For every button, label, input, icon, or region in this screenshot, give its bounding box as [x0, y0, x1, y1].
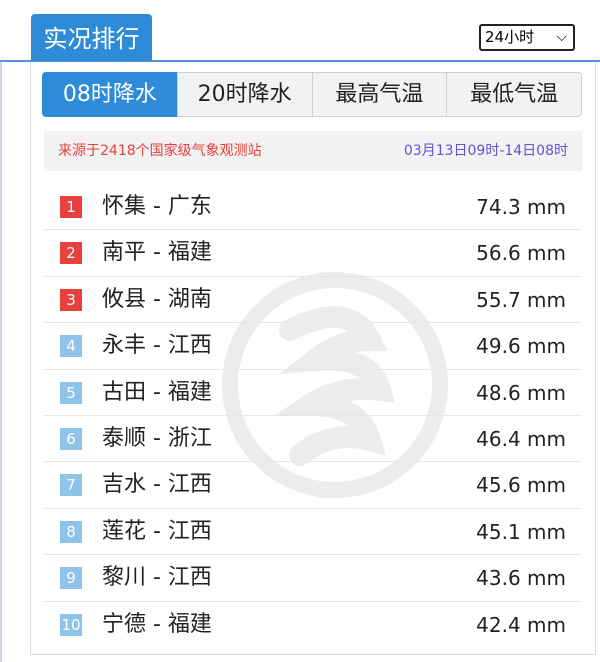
- precip-value: 45.6 mm: [476, 473, 566, 498]
- list-item[interactable]: 10 宁德 - 福建 42.4 mm: [44, 602, 582, 648]
- precip-value: 55.7 mm: [476, 287, 566, 312]
- station-name: 怀集 - 广东: [102, 194, 212, 219]
- precip-value: 45.1 mm: [476, 519, 566, 544]
- precip-value: 46.4 mm: [476, 426, 566, 451]
- list-item[interactable]: 6 泰顺 - 浙江 46.4 mm: [44, 416, 582, 463]
- list-item[interactable]: 7 吉水 - 江西 45.6 mm: [44, 462, 582, 509]
- category-tabs: 08时降水 20时降水 最高气温 最低气温: [42, 72, 582, 117]
- list-item[interactable]: 3 攸县 - 湖南 55.7 mm: [44, 277, 582, 324]
- station-name: 攸县 - 湖南: [102, 286, 212, 312]
- rank-badge: 5: [60, 381, 82, 404]
- rank-badge: 2: [60, 242, 82, 265]
- source-bar: 来源于2418个国家级气象观测站 03月13日09时-14日08时: [44, 131, 582, 171]
- list-item[interactable]: 8 莲花 - 江西 45.1 mm: [44, 509, 582, 556]
- ranking-list: 1 怀集 - 广东 74.3 mm 2 南平 - 福建 56.6 mm 3 攸县…: [44, 184, 582, 648]
- list-item[interactable]: 9 黎川 - 江西 43.6 mm: [44, 555, 582, 602]
- rank-badge: 6: [60, 427, 82, 450]
- station-name: 古田 - 福建: [102, 379, 212, 405]
- precip-value: 48.6 mm: [476, 380, 566, 405]
- station-name: 南平 - 福建: [102, 240, 212, 266]
- tab-min-temperature[interactable]: 最低气温: [446, 72, 582, 117]
- rank-badge: 3: [60, 288, 82, 311]
- station-name: 莲花 - 江西: [102, 518, 212, 544]
- tab-08-precipitation[interactable]: 08时降水: [42, 72, 178, 117]
- source-note: 来源于2418个国家级气象观测站: [58, 143, 262, 159]
- precip-value: 49.6 mm: [476, 334, 566, 359]
- rank-badge: 10: [60, 613, 82, 636]
- station-name: 黎川 - 江西: [102, 565, 212, 591]
- left-panel-edge: [0, 62, 8, 662]
- precip-value: 43.6 mm: [476, 566, 566, 591]
- rank-badge: 9: [60, 567, 82, 590]
- period-select[interactable]: 24小时 ⌵: [479, 24, 575, 51]
- list-item[interactable]: 4 永丰 - 江西 49.6 mm: [44, 323, 582, 370]
- station-name: 宁德 - 福建: [102, 611, 212, 637]
- station-name: 泰顺 - 浙江: [102, 425, 212, 451]
- list-item[interactable]: 1 怀集 - 广东 74.3 mm: [44, 184, 582, 231]
- rank-badge: 1: [60, 196, 82, 218]
- chevron-down-icon: ⌵: [556, 29, 567, 45]
- rank-badge: 4: [60, 335, 82, 358]
- tab-20-precipitation[interactable]: 20时降水: [176, 72, 313, 117]
- precip-value: 56.6 mm: [476, 241, 566, 266]
- time-range: 03月13日09时-14日08时: [403, 143, 568, 159]
- rank-badge: 8: [60, 520, 82, 543]
- period-select-value: 24小时: [485, 28, 535, 46]
- list-item[interactable]: 5 古田 - 福建 48.6 mm: [44, 370, 582, 416]
- precip-value: 74.3 mm: [476, 195, 566, 219]
- list-item[interactable]: 2 南平 - 福建 56.6 mm: [44, 230, 582, 277]
- tab-max-temperature[interactable]: 最高气温: [311, 72, 448, 117]
- precip-value: 42.4 mm: [476, 612, 566, 637]
- panel-title: 实况排行: [31, 14, 152, 61]
- rank-badge: 7: [60, 474, 82, 497]
- station-name: 永丰 - 江西: [102, 333, 212, 359]
- station-name: 吉水 - 江西: [102, 472, 212, 498]
